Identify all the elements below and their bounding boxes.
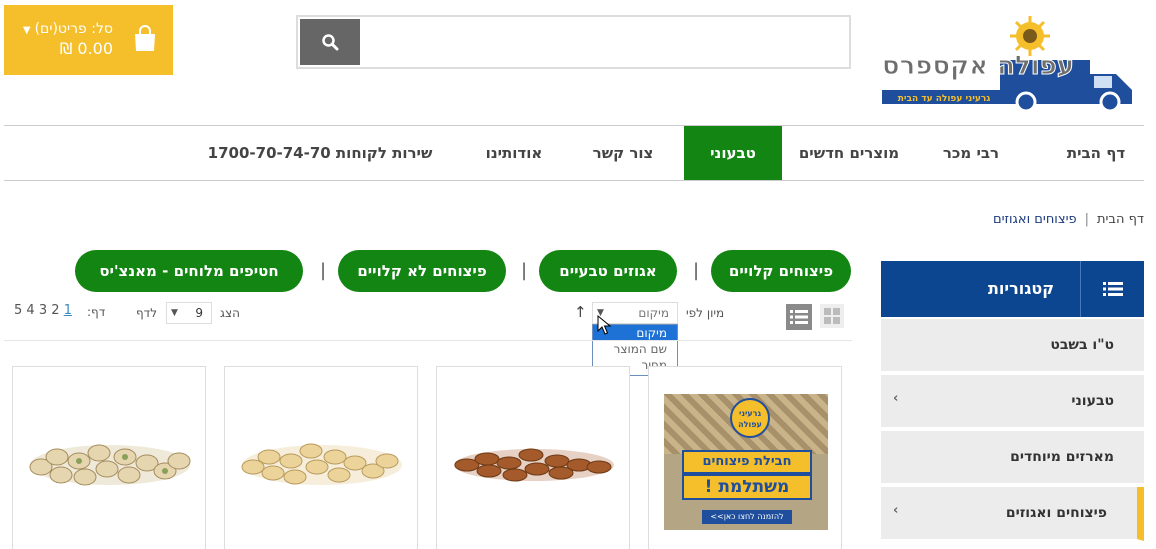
nav-vegan[interactable]: טבעוני	[684, 126, 782, 180]
page-1[interactable]: 1	[64, 303, 72, 318]
list-view-icon	[790, 310, 808, 324]
pistachios-image	[29, 444, 191, 486]
grid-view-icon	[824, 308, 831, 315]
promo-image[interactable]: גרעיני עפולה חבילת פיצוחים משתלמת ! להזמ…	[664, 394, 828, 530]
logo-graphic: עפולה אקספרס גרעיני עפולה עד הבית	[881, 16, 1132, 113]
grid-view-button[interactable]	[820, 304, 844, 328]
nav-about[interactable]: אודותינו	[464, 126, 564, 180]
search-button[interactable]	[300, 19, 360, 65]
dropdown-arrow-icon: ▼	[171, 308, 178, 318]
subcat-salty-snacks[interactable]: חטיפים מלוחים - מאנצ'יס	[75, 250, 303, 292]
pill-separator: |	[521, 260, 528, 281]
product-card[interactable]	[12, 366, 206, 549]
sort-direction-icon[interactable]: ↑	[574, 303, 587, 321]
list-menu-icon	[1102, 282, 1123, 296]
categories-menu-button[interactable]	[1080, 261, 1144, 317]
logo-tagline: גרעיני עפולה עד הבית	[898, 94, 991, 104]
list-view-button[interactable]	[786, 304, 812, 330]
page-4[interactable]: 4	[26, 303, 34, 318]
product-card[interactable]	[436, 366, 630, 549]
sidebar-item-label: פיצוחים ואגוזים	[1005, 505, 1107, 521]
categories-header: קטגוריות	[881, 261, 1144, 317]
pagination: 5 4 3 2 1	[14, 303, 72, 318]
per-page-select[interactable]: 9 ▼	[166, 302, 212, 324]
product-card[interactable]	[224, 366, 418, 549]
promo-line1: חבילת פיצוחים	[682, 450, 812, 474]
cashews-image	[241, 443, 402, 485]
search-icon	[322, 34, 339, 51]
almonds-image	[454, 448, 614, 482]
page-3[interactable]: 3	[39, 303, 47, 318]
sidebar-item-vegan[interactable]: טבעוני ›	[881, 375, 1144, 429]
page-5[interactable]: 5	[14, 303, 22, 318]
page-label: דף:	[87, 305, 106, 319]
cart-label: סל: פריט(ים)▼	[22, 21, 113, 37]
categories-title: קטגוריות	[987, 279, 1054, 298]
per-page-suffix: לדף	[136, 306, 158, 320]
page-2[interactable]: 2	[51, 303, 59, 318]
nav-contact[interactable]: צור קשר	[578, 126, 668, 180]
sidebar-item-nuts[interactable]: פיצוחים ואגוזים ›	[881, 487, 1144, 541]
breadcrumb-home[interactable]: דף הבית	[1097, 212, 1144, 227]
nav-bestsellers[interactable]: רבי מכר	[928, 126, 1014, 180]
toolbar-divider	[4, 340, 852, 341]
pill-separator: |	[320, 260, 327, 281]
search-bar	[296, 15, 851, 69]
cart-total: 0.00 ₪	[59, 39, 113, 58]
search-input[interactable]	[360, 17, 847, 67]
sidebar-item-tu-bishvat[interactable]: ט"ו בשבט	[881, 319, 1144, 373]
sidebar-item-special-packages[interactable]: מארזים מיוחדים	[881, 431, 1144, 485]
pill-separator: |	[693, 260, 700, 281]
main-nav: דף הבית רבי מכר מוצרים חדשים טבעוני צור …	[4, 125, 1144, 181]
nav-home[interactable]: דף הבית	[1048, 126, 1144, 180]
breadcrumb: דף הבית | פיצוחים ואגוזים	[993, 212, 1144, 227]
subcat-natural-nuts[interactable]: אגוזים טבעיים	[539, 250, 677, 292]
per-page-value: 9	[195, 306, 203, 320]
subcat-roasted[interactable]: פיצוחים קלויים	[711, 250, 851, 292]
sidebar-item-label: ט"ו בשבט	[1050, 337, 1114, 353]
nav-customer-service[interactable]: שירות לקוחות 1700-70-74-70	[202, 126, 438, 180]
site-logo[interactable]: עפולה אקספרס גרעיני עפולה עד הבית	[880, 14, 1136, 113]
chevron-down-icon: ▼	[22, 25, 31, 36]
product-card[interactable]: גרעיני עפולה חבילת פיצוחים משתלמת ! להזמ…	[648, 366, 842, 549]
chevron-icon: ›	[893, 391, 899, 406]
breadcrumb-current: פיצוחים ואגוזים	[992, 212, 1077, 227]
show-label: הצג	[220, 306, 240, 320]
sort-label: מיון לפי	[686, 306, 725, 320]
cart-widget[interactable]: סל: פריט(ים)▼ 0.00 ₪	[4, 5, 173, 75]
breadcrumb-separator: |	[1084, 212, 1089, 227]
sidebar-item-label: טבעוני	[1071, 393, 1114, 409]
mouse-cursor-icon	[597, 315, 611, 335]
shopping-bag-icon	[135, 25, 155, 51]
sort-option-name[interactable]: שם המוצר	[593, 341, 677, 357]
promo-cta: להזמנה לחצו כאן>>	[702, 510, 792, 524]
promo-line2: משתלמת !	[682, 474, 812, 500]
logo-name: עפולה אקספרס	[882, 51, 1074, 81]
subcat-unroasted[interactable]: פיצוחים לא קלויים	[338, 250, 506, 292]
promo-badge: גרעיני עפולה	[730, 398, 770, 438]
chevron-icon: ›	[893, 503, 899, 518]
nav-new-products[interactable]: מוצרים חדשים	[784, 126, 914, 180]
sort-selected-value: מיקום	[638, 306, 669, 320]
sidebar-item-label: מארזים מיוחדים	[1010, 449, 1114, 465]
